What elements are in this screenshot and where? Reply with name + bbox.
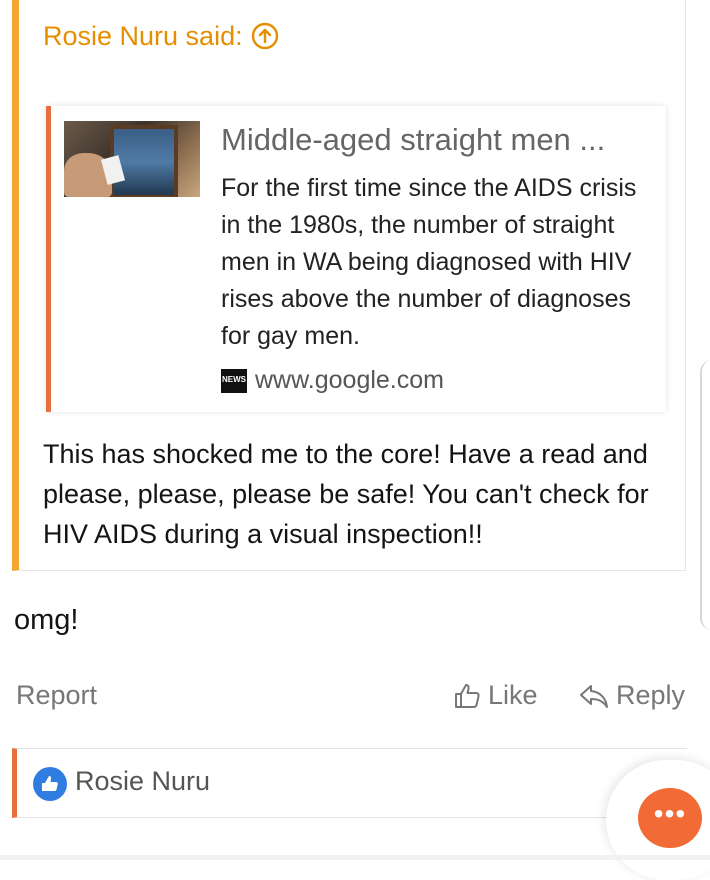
post-actions: Report Like Reply xyxy=(0,676,710,720)
link-preview-card[interactable]: Middle-aged straight men ... For the fir… xyxy=(46,106,666,412)
thumbnail-poster xyxy=(110,125,178,197)
quote-author-label[interactable]: Rosie Nuru said: xyxy=(43,18,243,54)
like-label[interactable]: Like xyxy=(488,680,538,711)
link-preview-thumbnail[interactable] xyxy=(64,121,200,197)
liker-name[interactable]: Rosie Nuru xyxy=(75,766,210,797)
likes-summary[interactable]: Rosie Nuru xyxy=(12,748,687,818)
quote-attribution[interactable]: Rosie Nuru said: xyxy=(43,18,279,54)
quote-block: Rosie Nuru said: Middle-aged straight me… xyxy=(12,0,686,571)
reply-button[interactable]: Reply xyxy=(578,680,685,711)
like-button[interactable]: Like xyxy=(452,680,538,711)
thumbs-up-icon xyxy=(455,683,480,708)
reply-label[interactable]: Reply xyxy=(616,680,685,711)
arrow-up-circle-icon[interactable] xyxy=(251,22,279,50)
link-preview-description: For the first time since the AIDS crisis… xyxy=(221,174,637,350)
bottom-divider xyxy=(0,855,710,860)
like-badge-icon xyxy=(33,767,67,801)
report-button[interactable]: Report xyxy=(16,680,97,711)
chat-bubble-icon: ••• xyxy=(653,798,687,829)
post-message-text: omg! xyxy=(14,604,79,636)
link-preview-title[interactable]: Middle-aged straight men ... xyxy=(221,120,651,160)
link-preview-domain[interactable]: www.google.com xyxy=(255,366,444,395)
reply-arrow-icon xyxy=(580,684,608,708)
quoted-message-text: This has shocked me to the core! Have a … xyxy=(43,439,649,549)
scroll-handle[interactable] xyxy=(700,360,710,630)
link-preview-source[interactable]: NEWS www.google.com xyxy=(221,366,444,395)
news-logo-icon: NEWS xyxy=(221,368,247,393)
chat-fab-button[interactable]: ••• xyxy=(638,788,702,848)
